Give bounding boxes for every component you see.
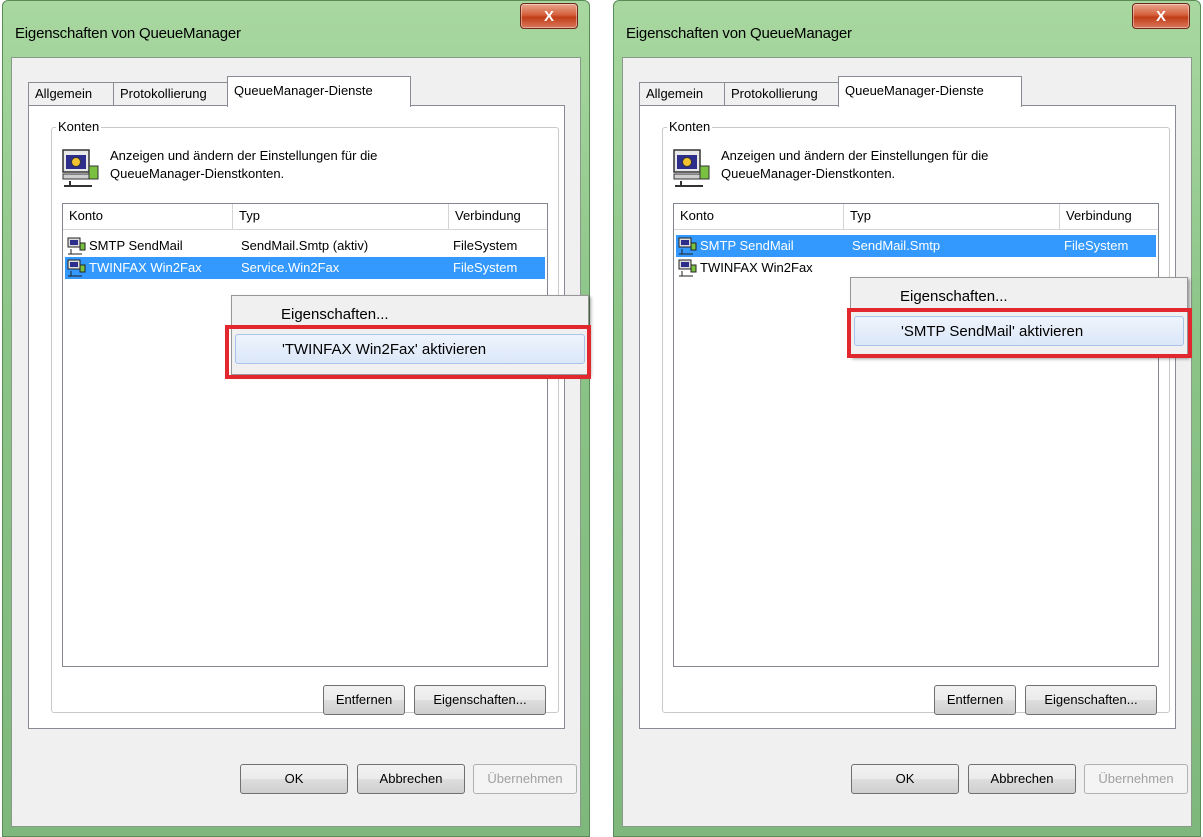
cell-konto: SMTP SendMail	[89, 238, 183, 253]
account-icon	[67, 259, 86, 277]
group-label: Konten	[56, 119, 102, 134]
account-icon	[67, 237, 86, 255]
group-label: Konten	[667, 119, 713, 134]
tab-allgemein[interactable]: Allgemein	[639, 82, 725, 106]
ok-button[interactable]: OK	[851, 764, 959, 794]
cell-typ: SendMail.Smtp (aktiv)	[241, 238, 369, 253]
accounts-icon	[673, 149, 710, 187]
list-row-twinfax[interactable]: TWINFAX Win2Fax Service.Win2Fax FileSyst…	[65, 257, 545, 279]
dialog-client: Allgemein Protokollierung QueueManager-D…	[622, 57, 1192, 827]
close-icon: X	[543, 7, 554, 25]
cancel-button[interactable]: Abbrechen	[357, 764, 465, 794]
ok-button[interactable]: OK	[240, 764, 348, 794]
properties-dialog-right: Eigenschaften von QueueManager X Allgeme…	[613, 0, 1201, 837]
title-bar[interactable]: Eigenschaften von QueueManager X	[3, 1, 589, 43]
properties-button[interactable]: Eigenschaften...	[414, 685, 546, 715]
accounts-list[interactable]: Konto Typ Verbindung SMTP SendMail SendM…	[62, 203, 548, 667]
highlight-box	[847, 308, 1192, 358]
accounts-description: Anzeigen und ändern der Einstellungen fü…	[110, 147, 377, 183]
cell-konto: TWINFAX Win2Fax	[700, 260, 813, 275]
description-line-2: QueueManager-Dienstkonten.	[110, 166, 285, 181]
tab-queuemanager-dienste[interactable]: QueueManager-Dienste	[227, 76, 411, 107]
close-button[interactable]: X	[1132, 3, 1190, 29]
cell-konto: TWINFAX Win2Fax	[89, 260, 202, 275]
title-bar[interactable]: Eigenschaften von QueueManager X	[614, 1, 1200, 43]
list-row-twinfax[interactable]: TWINFAX Win2Fax	[676, 257, 1156, 279]
description-line-2: QueueManager-Dienstkonten.	[721, 166, 896, 181]
window-title: Eigenschaften von QueueManager	[626, 25, 852, 42]
list-row-smtp[interactable]: SMTP SendMail SendMail.Smtp FileSystem	[676, 235, 1156, 257]
tab-panel: Konten Anzeigen und ändern der Einstellu…	[639, 105, 1176, 729]
close-icon: X	[1155, 7, 1166, 25]
remove-button[interactable]: Entfernen	[934, 685, 1016, 715]
accounts-group: Konten Anzeigen und ändern der Einstellu…	[51, 119, 559, 715]
accounts-description: Anzeigen und ändern der Einstellungen fü…	[721, 147, 988, 183]
properties-dialog-left: Eigenschaften von QueueManager X Allgeme…	[2, 0, 591, 837]
tab-protokollierung[interactable]: Protokollierung	[113, 82, 228, 106]
cell-typ: Service.Win2Fax	[241, 260, 340, 275]
close-button[interactable]: X	[520, 3, 578, 29]
tab-allgemein[interactable]: Allgemein	[28, 82, 114, 106]
tab-queuemanager-dienste[interactable]: QueueManager-Dienste	[838, 76, 1022, 107]
remove-button[interactable]: Entfernen	[323, 685, 405, 715]
cancel-button[interactable]: Abbrechen	[968, 764, 1076, 794]
cell-verbindung: FileSystem	[1064, 238, 1129, 253]
description-line-1: Anzeigen und ändern der Einstellungen fü…	[721, 148, 989, 163]
cell-verbindung: FileSystem	[453, 238, 518, 253]
cell-konto: SMTP SendMail	[700, 238, 794, 253]
account-icon	[678, 237, 697, 255]
highlight-box	[225, 325, 591, 379]
tab-protokollierung[interactable]: Protokollierung	[724, 82, 839, 106]
column-typ[interactable]: Typ	[233, 204, 449, 229]
column-typ[interactable]: Typ	[844, 204, 1060, 229]
account-icon	[678, 259, 697, 277]
list-header: Konto Typ Verbindung	[63, 204, 547, 230]
accounts-icon	[62, 149, 99, 187]
column-konto[interactable]: Konto	[674, 204, 844, 229]
tab-panel: Konten Anzeigen und ändern der Einstellu…	[28, 105, 565, 729]
cell-typ: SendMail.Smtp	[852, 238, 941, 253]
apply-button[interactable]: Übernehmen	[1084, 764, 1188, 794]
accounts-group: Konten Anzeigen und ändern der Einstellu…	[662, 119, 1170, 715]
accounts-list[interactable]: Konto Typ Verbindung SMTP SendMail SendM…	[673, 203, 1159, 667]
column-verbindung[interactable]: Verbindung	[449, 204, 547, 229]
dialog-client: Allgemein Protokollierung QueueManager-D…	[11, 57, 581, 827]
list-header: Konto Typ Verbindung	[674, 204, 1158, 230]
window-title: Eigenschaften von QueueManager	[15, 25, 241, 42]
properties-button[interactable]: Eigenschaften...	[1025, 685, 1157, 715]
cell-verbindung: FileSystem	[453, 260, 518, 275]
column-konto[interactable]: Konto	[63, 204, 233, 229]
list-row-smtp[interactable]: SMTP SendMail SendMail.Smtp (aktiv) File…	[65, 235, 545, 257]
apply-button[interactable]: Übernehmen	[473, 764, 577, 794]
column-verbindung[interactable]: Verbindung	[1060, 204, 1158, 229]
description-line-1: Anzeigen und ändern der Einstellungen fü…	[110, 148, 378, 163]
